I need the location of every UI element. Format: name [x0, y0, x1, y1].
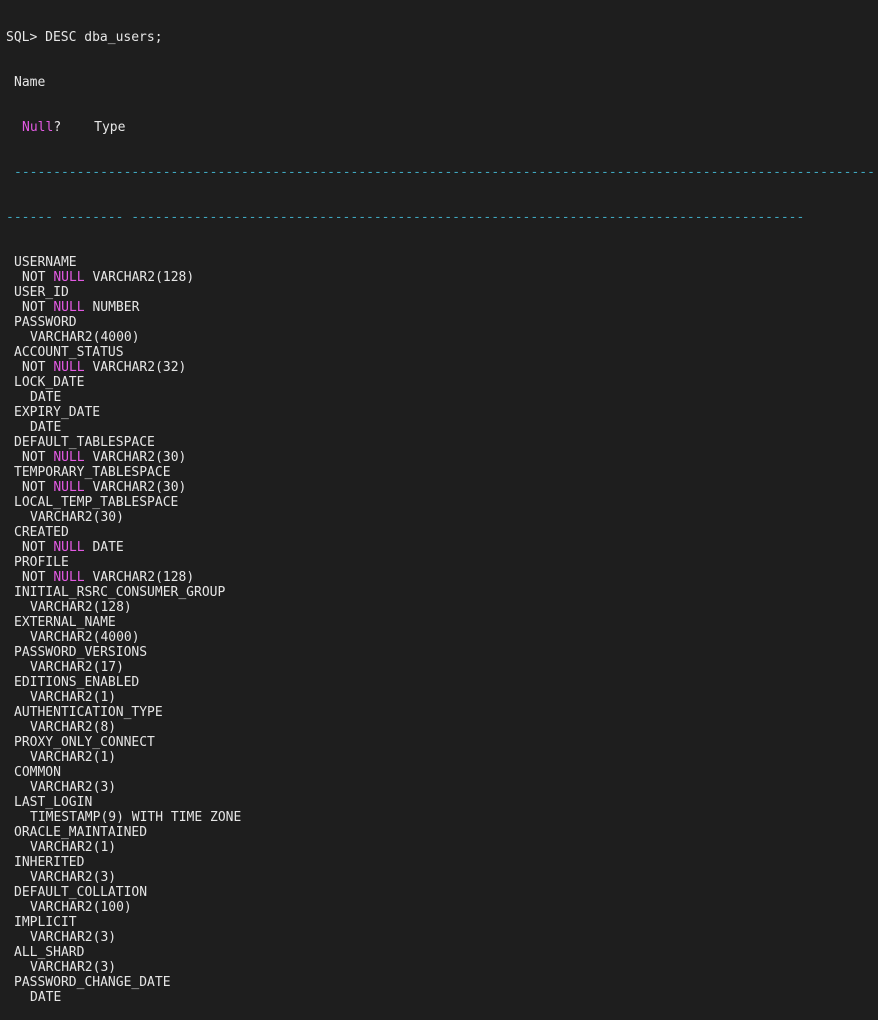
column-name: PASSWORD_VERSIONS [14, 645, 148, 660]
null-keyword: NULL [53, 540, 85, 555]
column-constraint-type: NOT NULL VARCHAR2(30) [6, 480, 878, 495]
not-keyword: NOT [22, 450, 46, 465]
not-keyword: NOT [22, 570, 46, 585]
column-name: IMPLICIT [14, 915, 77, 930]
column-name: EXTERNAL_NAME [14, 615, 116, 630]
column-type: VARCHAR2(30) [92, 450, 187, 465]
column-name: INHERITED [14, 855, 85, 870]
column-type: VARCHAR2(3) [30, 870, 117, 885]
column-name: LAST_LOGIN [14, 795, 93, 810]
column-type: VARCHAR2(30) [30, 510, 124, 525]
column-constraint-type: NOT NULL DATE [6, 540, 878, 555]
column-type: VARCHAR2(3) [30, 960, 117, 975]
column-type: NUMBER [92, 300, 140, 315]
column-type: VARCHAR2(30) [92, 480, 187, 495]
column-list: USERNAME NOT NULL VARCHAR2(128) USER_ID NOT… [6, 255, 878, 1005]
null-keyword: NULL [53, 300, 85, 315]
terminal-window[interactable]: SQL> DESC dba_users; Name Null? Type ----… [0, 0, 878, 1005]
column-constraint-type: NOT NULL VARCHAR2(128) [6, 270, 878, 285]
not-keyword: NOT [22, 300, 46, 315]
column-type: DATE [30, 420, 62, 435]
column-name: USERNAME [14, 255, 77, 270]
header-name-line: Name [6, 75, 878, 90]
null-keyword: NULL [53, 480, 85, 495]
column-name: ACCOUNT_STATUS [14, 345, 124, 360]
column-name: USER_ID [14, 285, 69, 300]
column-name: LOCK_DATE [14, 375, 85, 390]
column-name: LOCAL_TEMP_TABLESPACE [14, 495, 179, 510]
column-name: ALL_SHARD [14, 945, 85, 960]
not-keyword: NOT [22, 360, 46, 375]
null-keyword: NULL [53, 450, 85, 465]
sql-prompt: SQL> [6, 30, 38, 45]
null-keyword: NULL [53, 570, 85, 585]
column-name: CREATED [14, 525, 69, 540]
header-name: Name [14, 75, 46, 90]
column-name: INITIAL_RSRC_CONSUMER_GROUP [14, 585, 226, 600]
null-keyword: NULL [53, 360, 85, 375]
separator-line-1: ----------------------------------------… [14, 165, 875, 180]
header-null-type-line: Null? Type [6, 120, 878, 135]
column-type: VARCHAR2(128) [30, 600, 132, 615]
column-name: EDITIONS_ENABLED [14, 675, 140, 690]
column-type: DATE [30, 390, 62, 405]
column-constraint-type: NOT NULL VARCHAR2(32) [6, 360, 878, 375]
column-name: PROXY_ONLY_CONNECT [14, 735, 155, 750]
not-keyword: NOT [22, 480, 46, 495]
column-type: VARCHAR2(128) [92, 570, 195, 585]
column-type: TIMESTAMP(9) WITH TIME ZONE [30, 810, 242, 825]
column-type: VARCHAR2(17) [30, 660, 124, 675]
column-name: PROFILE [14, 555, 69, 570]
column-name: AUTHENTICATION_TYPE [14, 705, 163, 720]
header-null: Null [22, 120, 54, 135]
column-type: VARCHAR2(4000) [30, 330, 140, 345]
command-text: DESC dba_users; [45, 30, 163, 45]
column-type: VARCHAR2(128) [92, 270, 195, 285]
column-type: DATE [92, 540, 124, 555]
header-null-suffix: ? [53, 120, 62, 135]
column-constraint-type: NOT NULL NUMBER [6, 300, 878, 315]
column-type: VARCHAR2(32) [92, 360, 187, 375]
column-type: VARCHAR2(1) [30, 840, 117, 855]
column-name: TEMPORARY_TABLESPACE [14, 465, 171, 480]
column-constraint-type: NOT NULL VARCHAR2(30) [6, 450, 878, 465]
column-constraint-type: NOT NULL VARCHAR2(128) [6, 570, 878, 585]
column-type: VARCHAR2(3) [30, 780, 117, 795]
column-type: VARCHAR2(1) [30, 690, 117, 705]
not-keyword: NOT [22, 540, 46, 555]
column-type: VARCHAR2(8) [30, 720, 117, 735]
column-type: DATE [30, 990, 62, 1005]
column-name: COMMON [14, 765, 61, 780]
separator-line-2: ------ -------- ------------------------… [6, 210, 805, 225]
column-type: VARCHAR2(1) [30, 750, 117, 765]
header-type: Type [94, 120, 126, 135]
column-type: VARCHAR2(3) [30, 930, 117, 945]
column-name: DEFAULT_COLLATION [14, 885, 148, 900]
command-line: SQL> DESC dba_users; [6, 30, 878, 45]
null-keyword: NULL [53, 270, 85, 285]
column-name: PASSWORD_CHANGE_DATE [14, 975, 171, 990]
column-type: VARCHAR2(100) [30, 900, 132, 915]
not-keyword: NOT [22, 270, 46, 285]
column-type: VARCHAR2(4000) [30, 630, 140, 645]
column-name: PASSWORD [14, 315, 77, 330]
column-name: EXPIRY_DATE [14, 405, 101, 420]
column-name: DEFAULT_TABLESPACE [14, 435, 155, 450]
